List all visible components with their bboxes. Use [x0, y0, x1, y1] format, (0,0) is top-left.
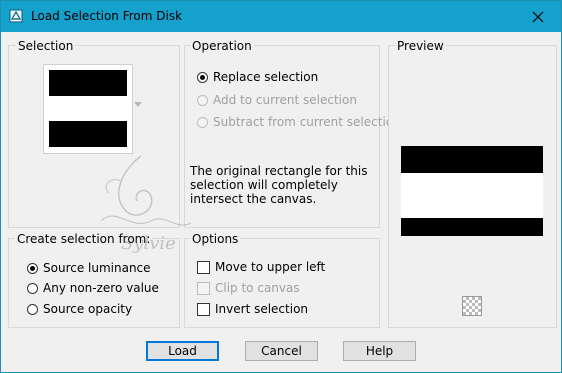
- cancel-button[interactable]: Cancel: [245, 341, 318, 361]
- dialog-window: Load Selection From Disk Selection Opera…: [0, 0, 562, 373]
- clip-to-canvas-label: Clip to canvas: [215, 281, 300, 295]
- operation-legend: Operation: [190, 39, 254, 53]
- source-luminance-radio-indicator[interactable]: [27, 262, 38, 274]
- clip-to-canvas-checkbox[interactable]: Clip to canvas: [197, 281, 300, 295]
- thumbnail-bottom-bar: [49, 121, 127, 147]
- selection-legend: Selection: [16, 39, 76, 53]
- load-button[interactable]: Load: [146, 341, 219, 361]
- window-title: Load Selection From Disk: [31, 9, 183, 23]
- source-opacity-label: Source opacity: [43, 302, 133, 316]
- selection-thumbnail[interactable]: [43, 64, 133, 154]
- clip-to-canvas-box[interactable]: [197, 281, 210, 295]
- title-bar[interactable]: Load Selection From Disk: [1, 1, 561, 32]
- subtract-selection-radio[interactable]: Subtract from current selection: [197, 115, 401, 129]
- options-legend: Options: [190, 232, 241, 246]
- any-nonzero-radio-indicator[interactable]: [27, 282, 38, 294]
- help-button[interactable]: Help: [343, 341, 416, 361]
- move-upper-left-box[interactable]: [197, 260, 210, 274]
- invert-selection-label: Invert selection: [215, 302, 309, 316]
- subtract-selection-radio-indicator[interactable]: [197, 116, 208, 128]
- subtract-selection-label: Subtract from current selection: [213, 115, 401, 129]
- move-upper-left-checkbox[interactable]: Move to upper left: [197, 260, 325, 274]
- invert-selection-box[interactable]: [197, 302, 210, 316]
- create-selection-legend: Create selection from:: [15, 232, 153, 246]
- invert-selection-checkbox[interactable]: Invert selection: [197, 302, 308, 316]
- preview-image: [401, 146, 543, 236]
- preview-top-bar: [401, 146, 543, 173]
- replace-selection-label: Replace selection: [213, 70, 319, 84]
- app-icon: [9, 9, 23, 23]
- any-nonzero-label: Any non-zero value: [43, 281, 159, 295]
- create-selection-group: Create selection from: Source luminance …: [8, 232, 180, 328]
- preview-group: Preview: [388, 39, 557, 328]
- thumbnail-dropdown-icon[interactable]: [134, 102, 142, 108]
- close-button[interactable]: [515, 1, 561, 32]
- any-nonzero-radio[interactable]: Any non-zero value: [27, 281, 159, 295]
- source-opacity-radio-indicator[interactable]: [27, 303, 38, 315]
- source-opacity-radio[interactable]: Source opacity: [27, 302, 132, 316]
- source-luminance-radio[interactable]: Source luminance: [27, 261, 151, 275]
- operation-info-text: The original rectangle for this selectio…: [190, 164, 368, 206]
- options-group: Options Move to upper left Clip to canva…: [184, 232, 380, 328]
- replace-selection-radio[interactable]: Replace selection: [197, 70, 318, 84]
- add-to-selection-label: Add to current selection: [213, 93, 357, 107]
- preview-legend: Preview: [395, 39, 446, 53]
- add-to-selection-radio-indicator[interactable]: [197, 94, 208, 106]
- close-icon: [532, 11, 544, 22]
- selection-group: Selection: [8, 39, 180, 228]
- thumbnail-top-bar: [49, 70, 127, 96]
- operation-group: Operation Replace selection Add to curre…: [184, 39, 401, 228]
- transparency-toggle-icon[interactable]: [462, 296, 482, 316]
- move-upper-left-label: Move to upper left: [215, 260, 326, 274]
- source-luminance-label: Source luminance: [43, 261, 151, 275]
- add-to-selection-radio[interactable]: Add to current selection: [197, 93, 357, 107]
- replace-selection-radio-indicator[interactable]: [197, 71, 208, 83]
- preview-bottom-bar: [401, 218, 543, 236]
